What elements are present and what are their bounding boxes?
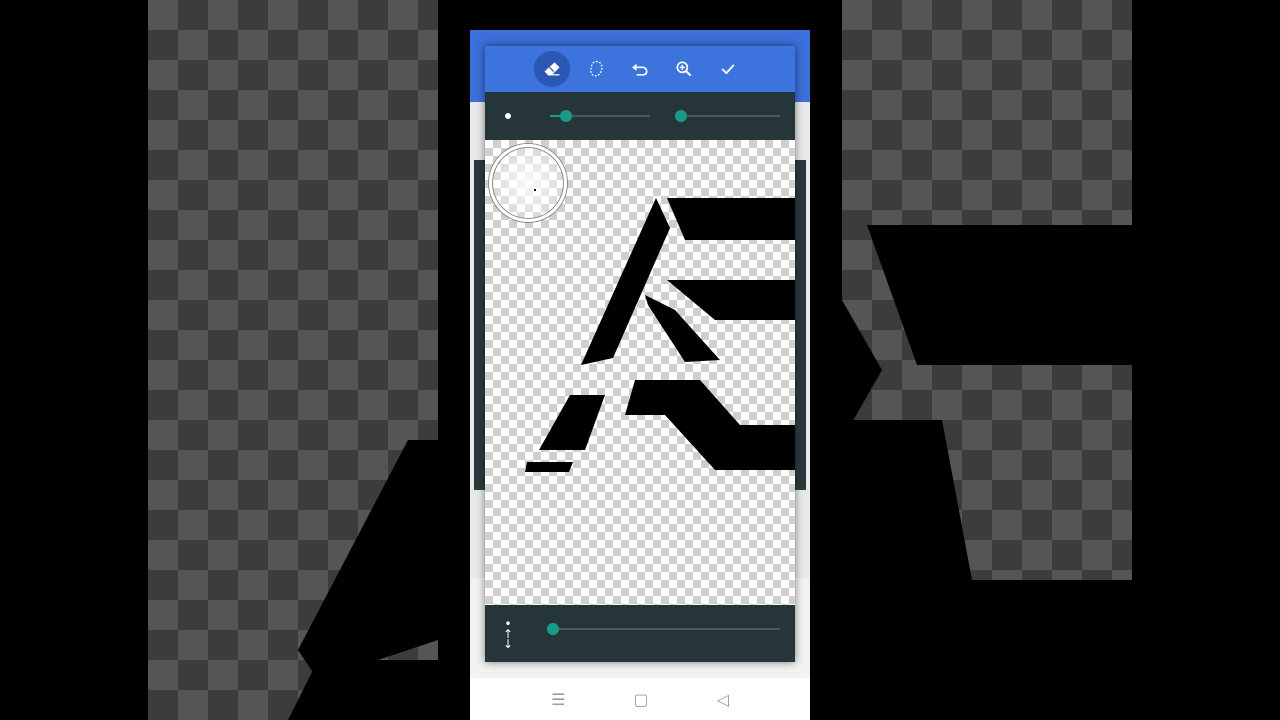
offset-track[interactable] [550, 628, 780, 630]
lasso-icon [590, 60, 603, 77]
brush-cursor[interactable] [489, 144, 567, 222]
brush-size-icon [505, 113, 511, 119]
eraser-dialog: • ↑ ↓ [485, 46, 795, 662]
offset-slider[interactable] [547, 623, 559, 635]
apply-button[interactable] [710, 51, 746, 87]
undo-icon [631, 64, 648, 76]
brush-hardness-slider[interactable] [675, 110, 687, 122]
background-letter-right [842, 225, 1132, 720]
system-nav-bar: ☰ ▢ ◁ [470, 678, 810, 720]
check-icon [721, 64, 735, 75]
undo-button[interactable] [622, 51, 658, 87]
background-checker-right [842, 0, 1132, 720]
home-square-icon[interactable]: ▢ [633, 690, 648, 709]
background-letter-left [288, 440, 438, 720]
phone-screen: • ↑ ↓ ☰ ▢ ◁ [470, 30, 810, 720]
brush-center-dot [534, 189, 536, 191]
back-triangle-icon[interactable]: ◁ [717, 690, 729, 709]
offset-settings-row: • ↑ ↓ [485, 605, 795, 662]
edit-canvas[interactable] [485, 140, 795, 605]
brush-hardness-track[interactable] [680, 115, 780, 117]
background-right [842, 0, 1180, 720]
zoom-button[interactable] [666, 51, 702, 87]
background-checker-left [148, 0, 438, 720]
background-left [100, 0, 438, 720]
eraser-toolbar [485, 46, 795, 92]
lasso-tool-button[interactable] [578, 51, 614, 87]
eraser-tool-button[interactable] [534, 51, 570, 87]
offset-icon: • ↑ ↓ [503, 617, 514, 651]
menu-icon[interactable]: ☰ [551, 690, 565, 709]
zoom-in-icon [676, 61, 692, 77]
brush-size-slider[interactable] [560, 110, 572, 122]
brush-settings-row [485, 92, 795, 140]
eraser-icon [544, 62, 560, 76]
